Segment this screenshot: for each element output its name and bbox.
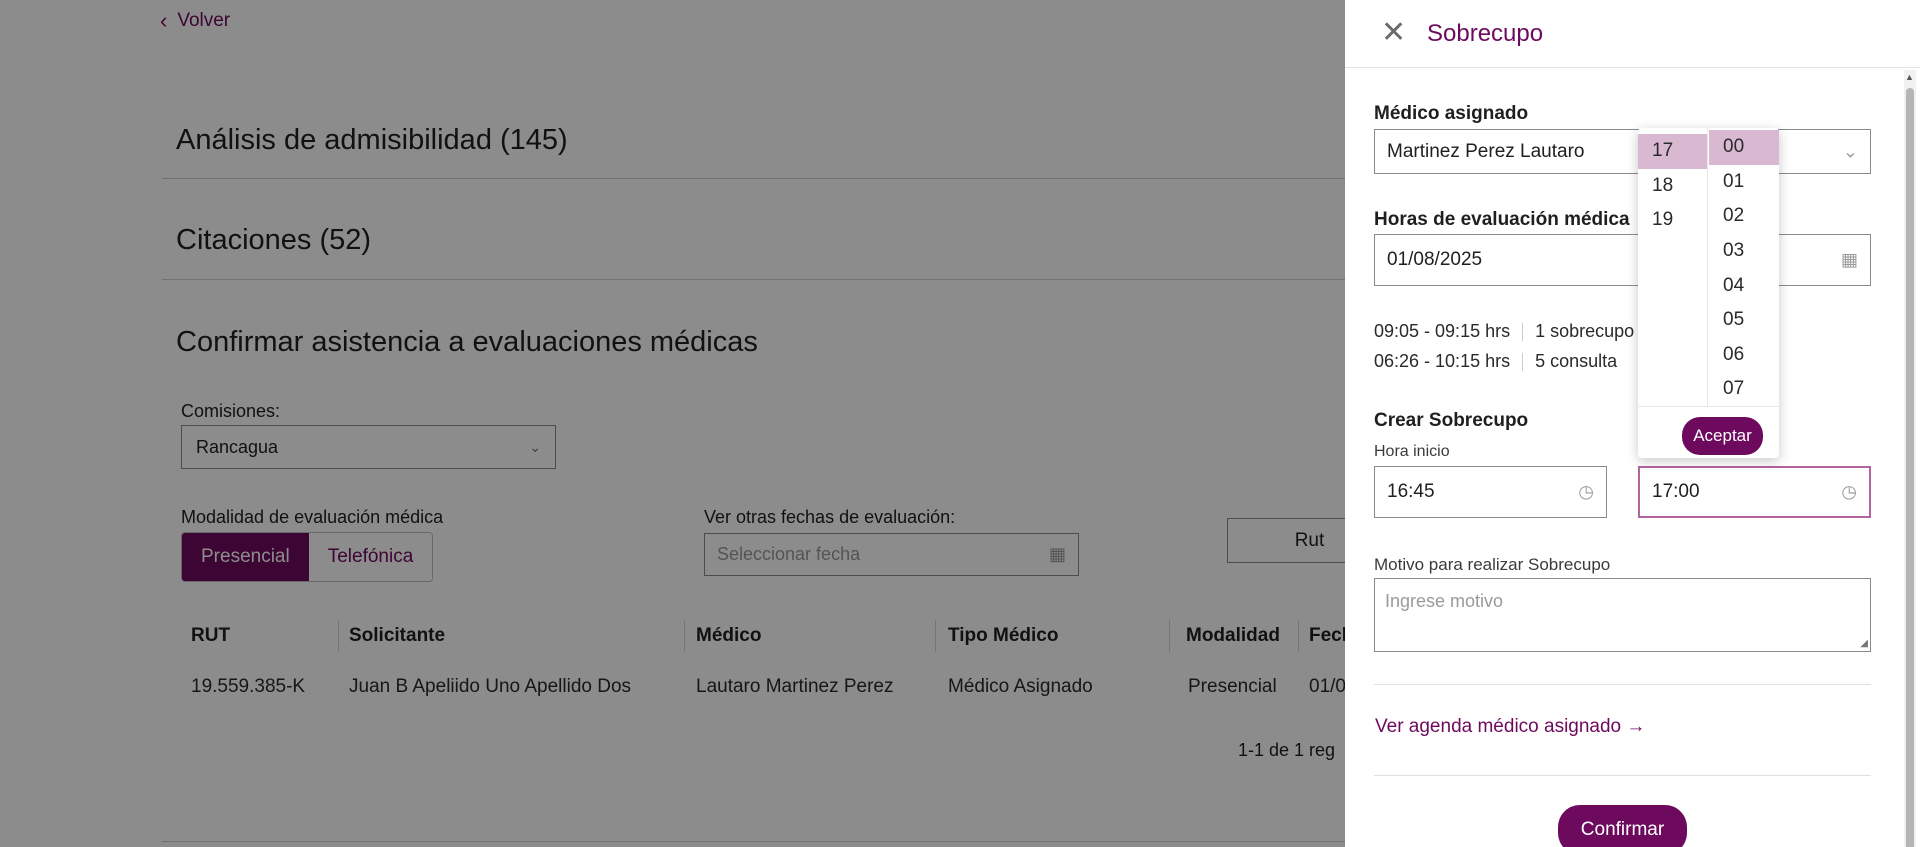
scrollbar-thumb[interactable]	[1906, 88, 1914, 847]
medico-label: Médico asignado	[1374, 103, 1529, 124]
motivo-textarea[interactable]: Ingrese motivo ◢	[1374, 578, 1871, 652]
hora-inicio-label: Hora inicio	[1374, 443, 1450, 460]
hour-option[interactable]: 18	[1638, 169, 1707, 204]
picker-footer: Aceptar	[1638, 406, 1779, 458]
motivo-label: Motivo para realizar Sobrecupo	[1374, 555, 1611, 574]
drawer-scrollbar[interactable]: ▲	[1904, 70, 1916, 847]
hora-fin-input[interactable]: 17:00 ◷	[1638, 466, 1871, 518]
motivo-placeholder: Ingrese motivo	[1385, 591, 1504, 611]
minutes-column[interactable]: 00 01 02 03 04 05 06 07	[1709, 128, 1779, 406]
crear-sobrecupo-label: Crear Sobrecupo	[1374, 410, 1529, 431]
divider	[1374, 684, 1871, 685]
slot-time: 06:26 - 10:15 hrs	[1374, 351, 1511, 371]
drawer-title: Sobrecupo	[1427, 20, 1544, 47]
scroll-up-icon[interactable]: ▲	[1905, 72, 1914, 82]
hora-inicio-value: 16:45	[1387, 481, 1435, 502]
hora-inicio-input[interactable]: 16:45 ◷	[1374, 466, 1607, 518]
accept-button[interactable]: Aceptar	[1682, 417, 1763, 455]
hora-fin-value: 17:00	[1652, 481, 1700, 502]
minute-option[interactable]: 04	[1709, 268, 1779, 303]
resize-handle-icon[interactable]: ◢	[1860, 638, 1868, 649]
hour-option[interactable]: 19	[1638, 203, 1707, 238]
slot-item: 06:26 - 10:15 hrs 5 consulta	[1374, 351, 1617, 372]
minute-option[interactable]: 05	[1709, 303, 1779, 338]
close-icon[interactable]: ✕	[1381, 18, 1406, 48]
fecha-input[interactable]: 01/08/2025 ▦	[1374, 234, 1871, 286]
clock-icon: ◷	[1841, 481, 1857, 502]
divider	[1374, 775, 1871, 776]
minute-option[interactable]: 00	[1709, 130, 1779, 165]
drawer-header: ✕ Sobrecupo	[1345, 0, 1920, 68]
medico-select[interactable]: Martinez Perez Lautaro ⌄	[1374, 129, 1871, 174]
minute-option[interactable]: 06	[1709, 338, 1779, 373]
medico-value: Martinez Perez Lautaro	[1387, 140, 1585, 162]
slot-item: 09:05 - 09:15 hrs 1 sobrecupo	[1374, 321, 1634, 342]
confirm-button[interactable]: Confirmar	[1558, 805, 1687, 847]
hours-column[interactable]: 17 18 19	[1638, 128, 1708, 406]
minute-option[interactable]: 01	[1709, 165, 1779, 200]
minute-option[interactable]: 03	[1709, 234, 1779, 269]
ver-agenda-label: Ver agenda médico asignado	[1375, 716, 1622, 737]
arrow-right-icon: →	[1626, 716, 1646, 737]
modal-overlay[interactable]	[0, 0, 1345, 847]
chevron-down-icon: ⌄	[1842, 141, 1858, 161]
ver-agenda-link[interactable]: Ver agenda médico asignado →	[1375, 716, 1645, 738]
minute-option[interactable]: 07	[1709, 372, 1779, 406]
slot-info: 1 sobrecupo	[1535, 321, 1635, 341]
minute-option[interactable]: 02	[1709, 199, 1779, 234]
hour-option[interactable]: 17	[1638, 134, 1707, 169]
clock-icon: ◷	[1578, 481, 1594, 502]
time-picker-popup: 17 18 19 00 01 02 03 04 05 06 07 Aceptar	[1638, 128, 1779, 458]
calendar-icon: ▦	[1840, 249, 1858, 270]
fecha-value: 01/08/2025	[1387, 249, 1483, 270]
slot-time: 09:05 - 09:15 hrs	[1374, 321, 1511, 341]
horas-label: Horas de evaluación médica	[1374, 209, 1630, 230]
slot-info: 5 consulta	[1535, 351, 1618, 371]
